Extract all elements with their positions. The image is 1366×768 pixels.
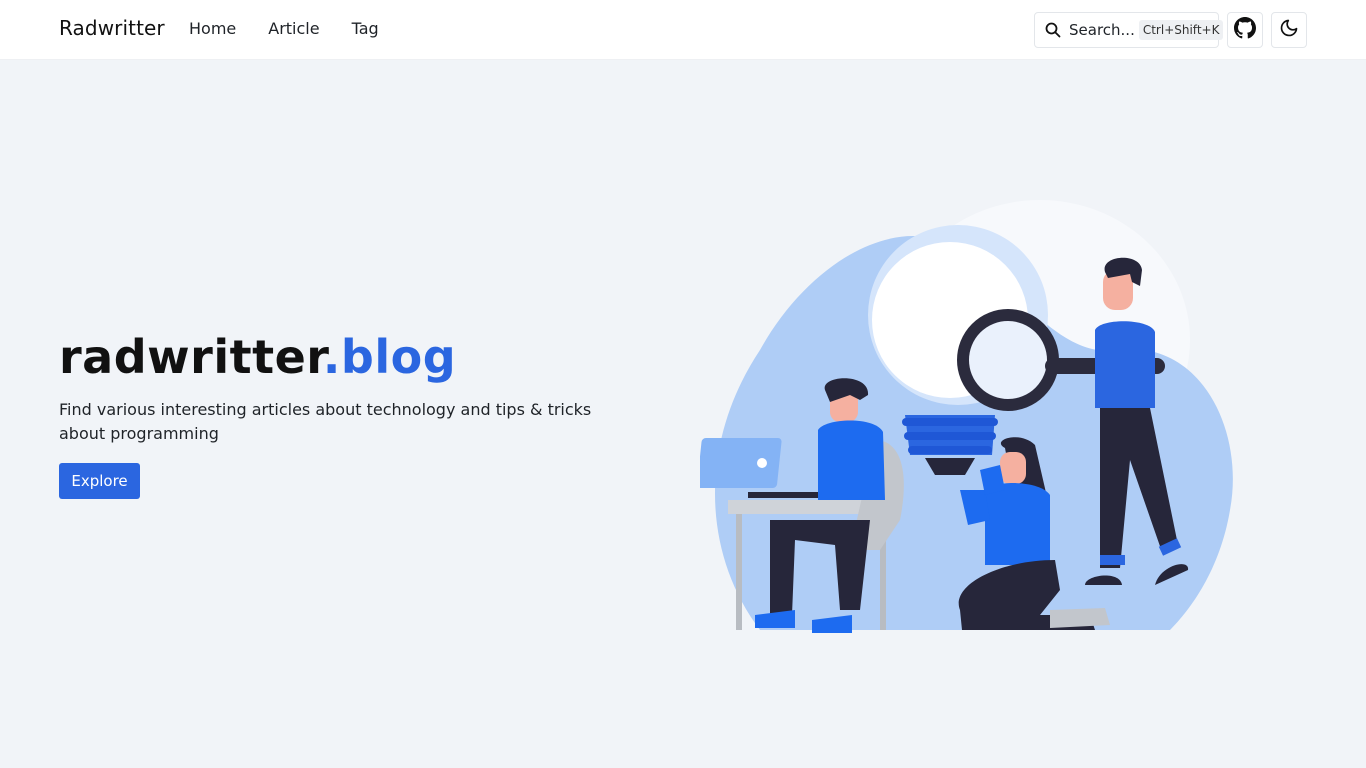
theme-toggle-button[interactable]	[1271, 12, 1307, 48]
nav-link-article[interactable]: Article	[268, 19, 319, 38]
github-button[interactable]	[1227, 12, 1263, 48]
hero-title-accent: .blog	[322, 330, 457, 384]
search-button[interactable]: Search... Ctrl+Shift+K	[1034, 12, 1224, 48]
search-label: Search...	[1069, 21, 1135, 39]
nav-link-tag[interactable]: Tag	[352, 19, 379, 38]
nav-links: Home Article Tag	[189, 19, 379, 38]
brand-logo[interactable]: Radwritter	[59, 16, 165, 40]
hero-description: Find various interesting articles about …	[59, 400, 592, 443]
team-lightbulb-illustration	[697, 190, 1240, 640]
moon-icon	[1279, 18, 1299, 42]
search-shortcut: Ctrl+Shift+K	[1138, 20, 1224, 40]
hero-title-main: radwritter	[59, 330, 323, 384]
nav-link-home[interactable]: Home	[189, 19, 236, 38]
explore-button[interactable]: Explore	[59, 463, 140, 499]
github-icon	[1234, 17, 1256, 43]
hero-title: radwritter.blog	[59, 330, 456, 384]
search-icon	[1045, 21, 1061, 39]
navbar: Radwritter Home Article Tag Search... Ct…	[0, 0, 1366, 60]
